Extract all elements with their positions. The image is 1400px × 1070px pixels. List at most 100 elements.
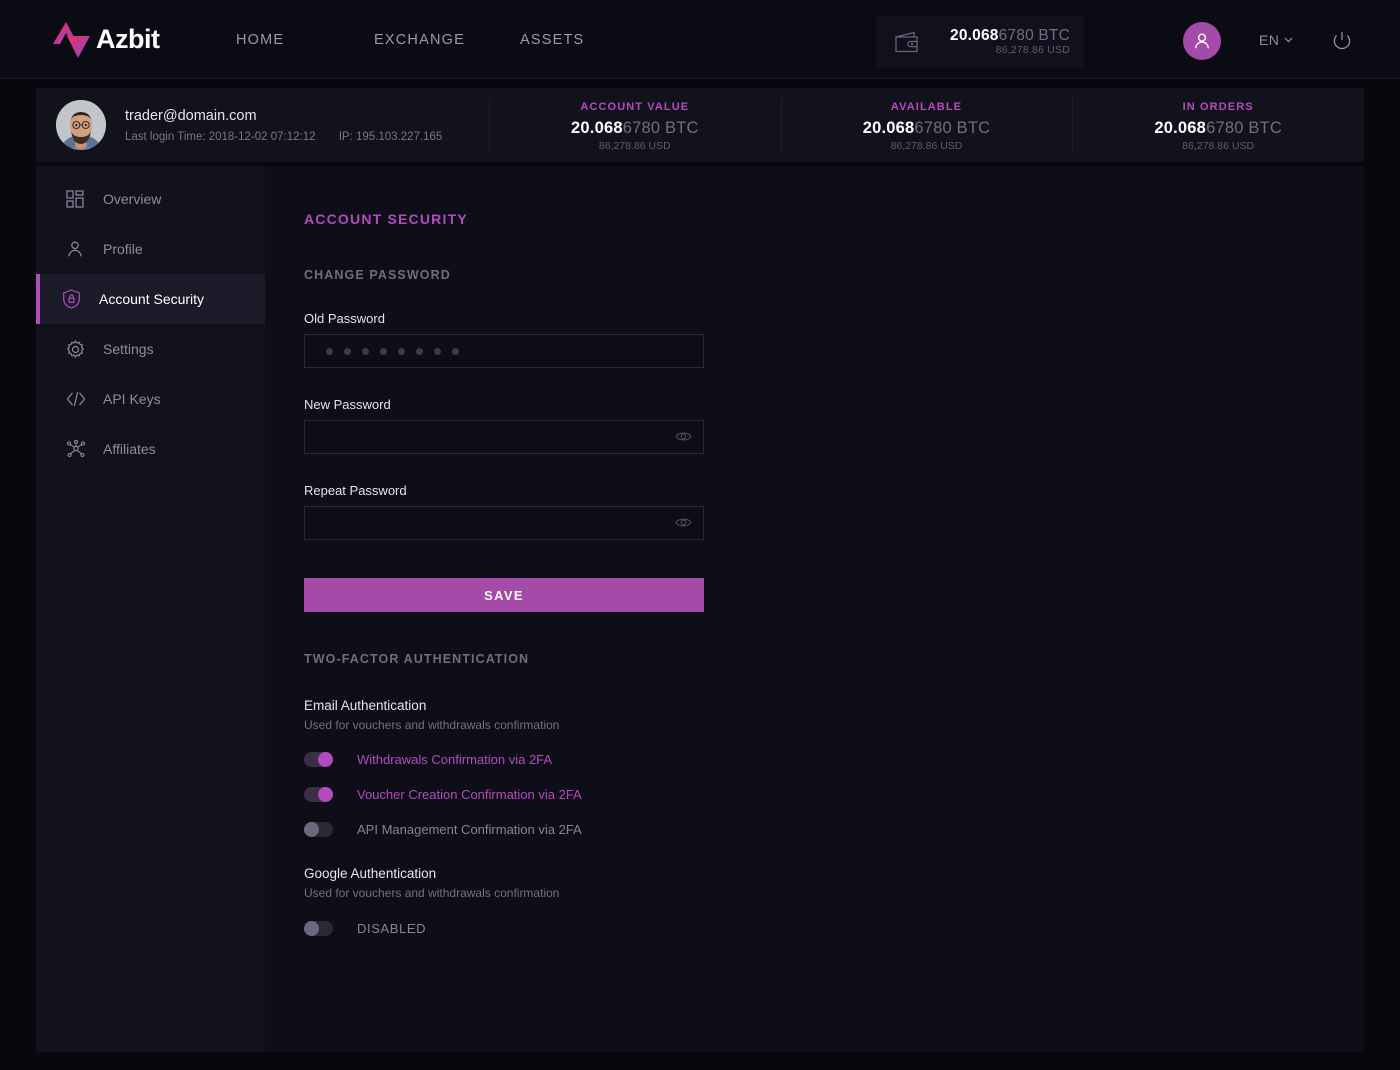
old-password-input[interactable] bbox=[304, 334, 704, 368]
toggle-withdrawals-2fa[interactable] bbox=[304, 752, 333, 767]
sidebar-item-label: Affiliates bbox=[103, 441, 156, 457]
mask-dot bbox=[398, 347, 405, 355]
gear-icon bbox=[66, 339, 92, 359]
stat-label: IN ORDERS bbox=[1182, 100, 1254, 113]
stat-btc-rest: 6780 BTC bbox=[622, 118, 699, 137]
toggle-knob bbox=[318, 752, 333, 767]
main-panel: Overview Profile Account Security Settin… bbox=[36, 166, 1364, 1052]
two-factor-section-title: TWO-FACTOR AUTHENTICATION bbox=[304, 652, 530, 666]
toggle-label: Withdrawals Confirmation via 2FA bbox=[357, 752, 553, 767]
email-auth-title: Email Authentication bbox=[304, 698, 427, 713]
toggle-knob bbox=[304, 921, 319, 936]
last-login-label: Last login Time: 2018-12-02 07:12:12 bbox=[125, 130, 316, 143]
eye-icon[interactable] bbox=[675, 516, 692, 534]
account-meta: Last login Time: 2018-12-02 07:12:12 IP:… bbox=[125, 131, 442, 143]
stat-label: AVAILABLE bbox=[890, 100, 963, 113]
language-selector[interactable]: EN bbox=[1259, 32, 1293, 48]
mask-dot bbox=[416, 347, 423, 355]
logo-wordmark: Azbit bbox=[96, 23, 160, 54]
new-password-input[interactable] bbox=[304, 420, 704, 454]
mask-dot bbox=[434, 347, 441, 355]
toggle-api-management-2fa[interactable] bbox=[304, 822, 333, 837]
toggle-row-google-auth[interactable]: DISABLED bbox=[304, 921, 1364, 936]
mask-dot bbox=[344, 347, 351, 355]
google-auth-title: Google Authentication bbox=[304, 866, 437, 881]
nav-link-exchange[interactable]: EXCHANGE bbox=[374, 32, 520, 48]
top-header: Azbit HOME EXCHANGE ASSETS 20.0686780 BT… bbox=[0, 0, 1400, 79]
nav-link-assets[interactable]: ASSETS bbox=[520, 32, 658, 48]
wallet-btc-bold: 20.068 bbox=[950, 26, 999, 44]
language-label: EN bbox=[1259, 32, 1280, 48]
toggle-knob bbox=[318, 787, 333, 802]
toggle-voucher-creation-2fa[interactable] bbox=[304, 787, 333, 802]
toggle-row-api-management[interactable]: API Management Confirmation via 2FA bbox=[304, 822, 1364, 837]
stat-btc-bold: 20.068 bbox=[571, 118, 623, 137]
wallet-btc: 20.0686780 BTC bbox=[938, 27, 1070, 44]
toggle-knob bbox=[304, 822, 319, 837]
main-nav: HOME EXCHANGE ASSETS bbox=[236, 0, 658, 79]
sidebar-item-settings[interactable]: Settings bbox=[36, 324, 265, 374]
save-button[interactable]: SAVE bbox=[304, 578, 704, 612]
header-avatar-button[interactable] bbox=[1183, 22, 1221, 60]
stat-btc-rest: 6780 BTC bbox=[1206, 118, 1282, 137]
repeat-password-input[interactable] bbox=[304, 506, 704, 540]
wallet-amounts: 20.0686780 BTC 86,278.86 USD bbox=[938, 27, 1084, 57]
wallet-icon bbox=[876, 30, 938, 54]
mask-dot bbox=[362, 347, 369, 355]
user-icon bbox=[66, 240, 92, 258]
code-icon bbox=[66, 390, 92, 408]
account-user-block: trader@domain.com Last login Time: 2018-… bbox=[36, 88, 489, 162]
stat-btc: 20.0686780 BTC bbox=[571, 119, 699, 138]
account-summary-bar: trader@domain.com Last login Time: 2018-… bbox=[36, 88, 1364, 162]
toggle-label: Voucher Creation Confirmation via 2FA bbox=[357, 787, 582, 802]
avatar bbox=[56, 100, 106, 150]
stat-btc-bold: 20.068 bbox=[862, 118, 915, 137]
power-icon bbox=[1333, 32, 1351, 50]
nav-link-home[interactable]: HOME bbox=[236, 32, 374, 48]
nav-item-assets[interactable]: ASSETS bbox=[520, 32, 658, 48]
mask-dot bbox=[326, 347, 333, 355]
stat-btc: 20.0686780 BTC bbox=[1154, 119, 1282, 138]
old-password-label: Old Password bbox=[304, 311, 385, 326]
sidebar-item-profile[interactable]: Profile bbox=[36, 224, 265, 274]
sidebar-item-affiliates[interactable]: Affiliates bbox=[36, 424, 265, 474]
stat-account-value: ACCOUNT VALUE 20.0686780 BTC 86,278.86 U… bbox=[489, 88, 781, 162]
wallet-balance-button[interactable]: 20.0686780 BTC 86,278.86 USD bbox=[876, 16, 1084, 68]
dashboard-icon bbox=[66, 190, 92, 208]
chevron-down-icon bbox=[1284, 37, 1293, 43]
stat-usd: 86,278.86 USD bbox=[890, 139, 963, 152]
eye-icon[interactable] bbox=[675, 430, 692, 448]
toggle-label: DISABLED bbox=[357, 921, 427, 936]
nav-item-home[interactable]: HOME bbox=[236, 32, 374, 48]
toggle-google-auth[interactable] bbox=[304, 921, 333, 936]
toggle-row-withdrawals[interactable]: Withdrawals Confirmation via 2FA bbox=[304, 752, 1364, 767]
network-icon bbox=[66, 440, 92, 458]
sidebar-item-label: Overview bbox=[103, 191, 162, 207]
brand-logo[interactable]: Azbit bbox=[50, 18, 160, 60]
stat-label: ACCOUNT VALUE bbox=[580, 100, 690, 113]
wallet-usd: 86,278.86 USD bbox=[995, 44, 1070, 57]
logout-button[interactable] bbox=[1331, 30, 1353, 57]
sidebar-item-overview[interactable]: Overview bbox=[36, 174, 265, 224]
user-icon bbox=[1195, 33, 1209, 49]
account-user-text: trader@domain.com Last login Time: 2018-… bbox=[125, 107, 442, 143]
nav-item-exchange[interactable]: EXCHANGE bbox=[374, 32, 520, 48]
stat-usd: 86,278.86 USD bbox=[1182, 139, 1255, 152]
page-title: ACCOUNT SECURITY bbox=[304, 211, 468, 227]
sidebar-item-label: Profile bbox=[103, 241, 143, 257]
content-area: ACCOUNT SECURITY CHANGE PASSWORD Old Pas… bbox=[265, 166, 1364, 1052]
sidebar-item-api-keys[interactable]: API Keys bbox=[36, 374, 265, 424]
mask-dot bbox=[380, 347, 387, 355]
avatar-photo bbox=[56, 100, 106, 150]
shield-lock-icon bbox=[62, 289, 88, 309]
toggle-label: API Management Confirmation via 2FA bbox=[357, 822, 582, 837]
password-mask-dots bbox=[317, 347, 459, 355]
sidebar-item-label: API Keys bbox=[103, 391, 161, 407]
sidebar-item-account-security[interactable]: Account Security bbox=[36, 274, 265, 324]
stat-btc-bold: 20.068 bbox=[1154, 118, 1207, 137]
stat-usd: 86,278.86 USD bbox=[598, 139, 671, 152]
toggle-row-voucher-creation[interactable]: Voucher Creation Confirmation via 2FA bbox=[304, 787, 1364, 802]
stat-available: AVAILABLE 20.0686780 BTC 86,278.86 USD bbox=[780, 88, 1073, 162]
repeat-password-label: Repeat Password bbox=[304, 483, 407, 498]
wallet-btc-rest: 6780 BTC bbox=[998, 26, 1070, 44]
